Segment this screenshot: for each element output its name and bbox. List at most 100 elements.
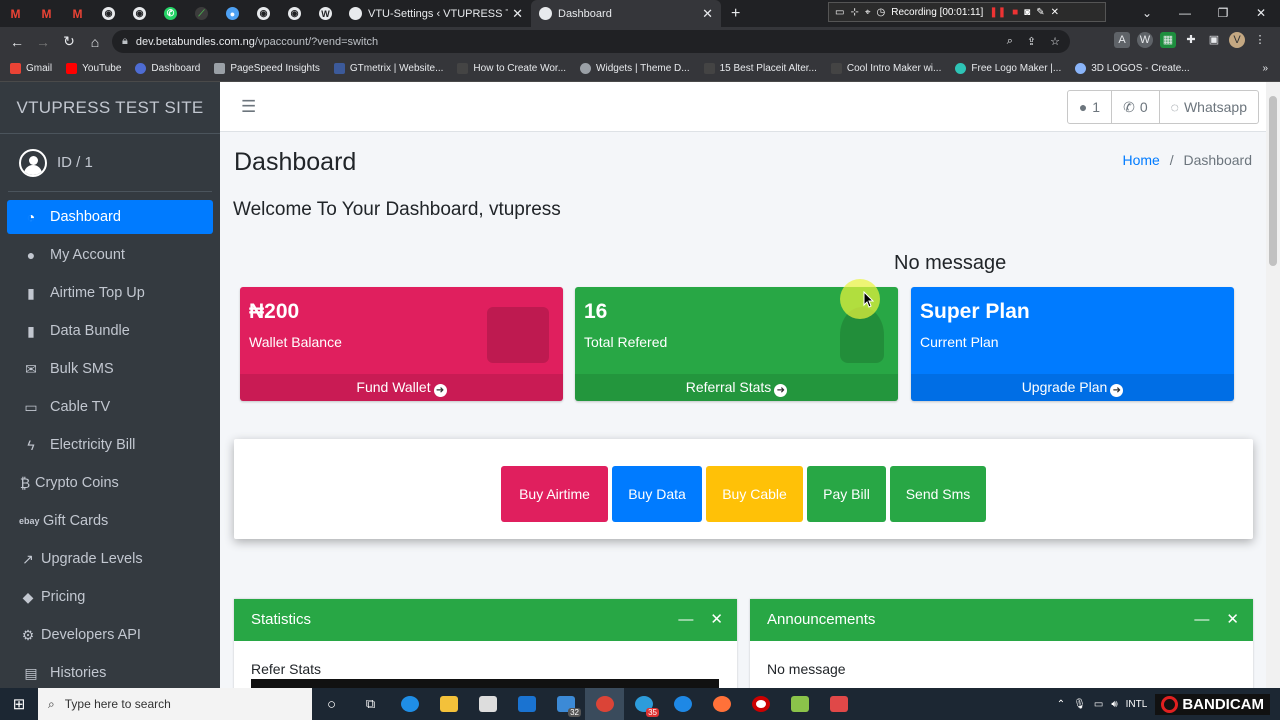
sidebar-item-airtime[interactable]: ▮ Airtime Top Up [7,276,213,310]
pinned-tab[interactable]: ● [217,0,248,27]
pinned-tab-whatsapp[interactable]: ✆ [155,0,186,27]
microphone-icon[interactable]: 🎙︎ [1073,699,1086,710]
user-panel[interactable]: ID / 1 [8,134,212,192]
close-tab-icon[interactable]: ✕ [512,6,523,22]
collapse-icon[interactable]: — [1194,599,1209,641]
stop-icon[interactable]: ■ [1012,7,1018,18]
phone-count-button[interactable]: ✆ 0 [1112,91,1160,123]
cortana-icon[interactable]: ○ [312,688,351,720]
crop-icon[interactable]: ⊹ [850,7,858,18]
minimize-window-icon[interactable]: — [1166,0,1204,27]
pinned-tab-gmail[interactable]: M [0,0,31,27]
sidebar-item-data-bundle[interactable]: ▮ Data Bundle [7,314,213,348]
pause-icon[interactable]: ❚❚ [989,7,1006,18]
buy-data-button[interactable]: Buy Data [612,466,702,522]
mail-icon[interactable] [507,688,546,720]
back-icon[interactable]: ← [4,34,30,50]
breadcrumb-home-link[interactable]: Home [1122,152,1159,168]
bookmark-gtmetrix[interactable]: GTmetrix | Website... [333,63,443,74]
sidebar-item-upgrade-levels[interactable]: ↗ Upgrade Levels [7,542,213,576]
more-bookmarks-icon[interactable]: » [1262,63,1268,74]
wordpress-extension-icon[interactable]: W [1137,32,1153,48]
bookmark-dashboard[interactable]: Dashboard [135,63,200,74]
chrome-icon[interactable] [585,688,624,720]
pinned-tab-gmail[interactable]: M [31,0,62,27]
pay-bill-button[interactable]: Pay Bill [807,466,886,522]
tray-expand-icon[interactable]: ⌃ [1057,699,1065,710]
sidebar-item-dashboard[interactable]: ◔ Dashboard [7,200,213,234]
app-icon[interactable] [819,688,858,720]
minimize-icon[interactable]: ▭ [835,7,844,18]
profile-avatar[interactable]: V [1229,32,1245,48]
pencil-icon[interactable]: ✎ [1036,7,1044,18]
taskbar-search[interactable]: ⌕ Type here to search [38,688,312,720]
zoom-icon[interactable]: ⌕ [1007,35,1013,48]
camera-icon[interactable]: ◙ [1024,7,1030,18]
bandicam-app-icon[interactable] [741,688,780,720]
volume-icon[interactable]: 🔊︎ [1111,699,1117,710]
scrollbar-thumb[interactable] [1269,96,1277,266]
bookmark-pagespeed[interactable]: PageSpeed Insights [214,63,320,74]
pinned-tab[interactable]: ◉ [93,0,124,27]
firefox-icon[interactable] [702,688,741,720]
network-icon[interactable]: ▭ [1094,699,1103,710]
forward-icon[interactable]: → [30,34,56,50]
more-menu-icon[interactable]: ⋮ [1252,32,1268,48]
pinned-tab[interactable]: ◉ [124,0,155,27]
outlook-icon[interactable]: 32 [546,688,585,720]
edge-icon[interactable] [390,688,429,720]
whatsapp-button[interactable]: ◌ Whatsapp [1160,91,1258,123]
user-count-button[interactable]: ● 1 [1068,91,1113,123]
sidebar-item-bulk-sms[interactable]: ✉ Bulk SMS [7,352,213,386]
close-icon[interactable]: ✕ [1051,7,1059,18]
extension-icon[interactable]: A [1114,32,1130,48]
bookmark-gmail[interactable]: Gmail [10,63,52,74]
collapse-icon[interactable]: — [678,599,693,641]
bookmark-logo-maker[interactable]: Free Logo Maker |... [955,63,1061,74]
store-icon[interactable] [468,688,507,720]
hamburger-menu-icon[interactable]: ☰ [241,97,256,117]
file-explorer-icon[interactable] [429,688,468,720]
sidebar-item-crypto[interactable]: ₿ Crypto Coins [7,466,213,500]
pinned-tab-wordpress[interactable]: W [310,0,341,27]
sidebar-item-gift-cards[interactable]: ebay Gift Cards [7,504,213,538]
bookmark-3d-logos[interactable]: 3D LOGOS - Create... [1075,63,1190,74]
bookmark-widgets[interactable]: Widgets | Theme D... [580,63,690,74]
sidebar-item-histories[interactable]: ▤ Histories [7,656,213,688]
sidepanel-icon[interactable]: ▣ [1206,32,1222,48]
close-icon[interactable]: ✕ [1226,599,1239,641]
target-icon[interactable]: ⌖ [865,7,871,18]
tab-search-icon[interactable]: ⌄ [1128,0,1166,27]
sidebar-item-developers-api[interactable]: ⚙ Developers API [7,618,213,652]
fund-wallet-link[interactable]: Fund Wallet ➜ [240,374,563,401]
bookmark-placeit[interactable]: 15 Best Placeit Alter... [703,63,817,74]
pinned-tab-gmail[interactable]: M [62,0,93,27]
extension-icon[interactable]: ▦ [1160,32,1176,48]
bookmark-star-icon[interactable]: ☆ [1050,35,1060,48]
home-icon[interactable]: ⌂ [82,34,108,50]
language-indicator[interactable]: INTL [1126,699,1148,710]
app-icon[interactable] [663,688,702,720]
close-icon[interactable]: ✕ [710,599,723,641]
bookmark-intro-maker[interactable]: Cool Intro Maker wi... [830,63,941,74]
pinned-tab[interactable]: ⟋ [186,0,217,27]
tab-vtu-settings[interactable]: VTU-Settings ‹ VTUPRESS TEST S ✕ [341,0,531,27]
puzzle-icon[interactable]: ✚ [1183,32,1199,48]
buy-cable-button[interactable]: Buy Cable [706,466,803,522]
page-scrollbar[interactable] [1266,82,1280,688]
windows-start-icon[interactable]: ⊞ [0,695,38,713]
send-sms-button[interactable]: Send Sms [890,466,986,522]
referral-stats-link[interactable]: Referral Stats ➜ [575,374,898,401]
share-icon[interactable]: ⇪ [1027,35,1036,48]
url-bar[interactable]: 🔒︎ dev.betabundles.com.ng/vpaccount/?ven… [112,30,1070,53]
sidebar-item-cable-tv[interactable]: ▭ Cable TV [7,390,213,424]
buy-airtime-button[interactable]: Buy Airtime [501,466,608,522]
upgrade-plan-link[interactable]: Upgrade Plan ➜ [911,374,1234,401]
brand-title[interactable]: VTUPRESS TEST SITE [0,82,220,134]
close-tab-icon[interactable]: ✕ [702,6,713,22]
new-tab-button[interactable]: + [721,5,750,23]
tab-dashboard[interactable]: Dashboard ✕ [531,0,721,27]
bookmark-how-to-create[interactable]: How to Create Wor... [457,63,566,74]
sidebar-item-electricity[interactable]: ϟ Electricity Bill [7,428,213,462]
notepad-icon[interactable] [780,688,819,720]
